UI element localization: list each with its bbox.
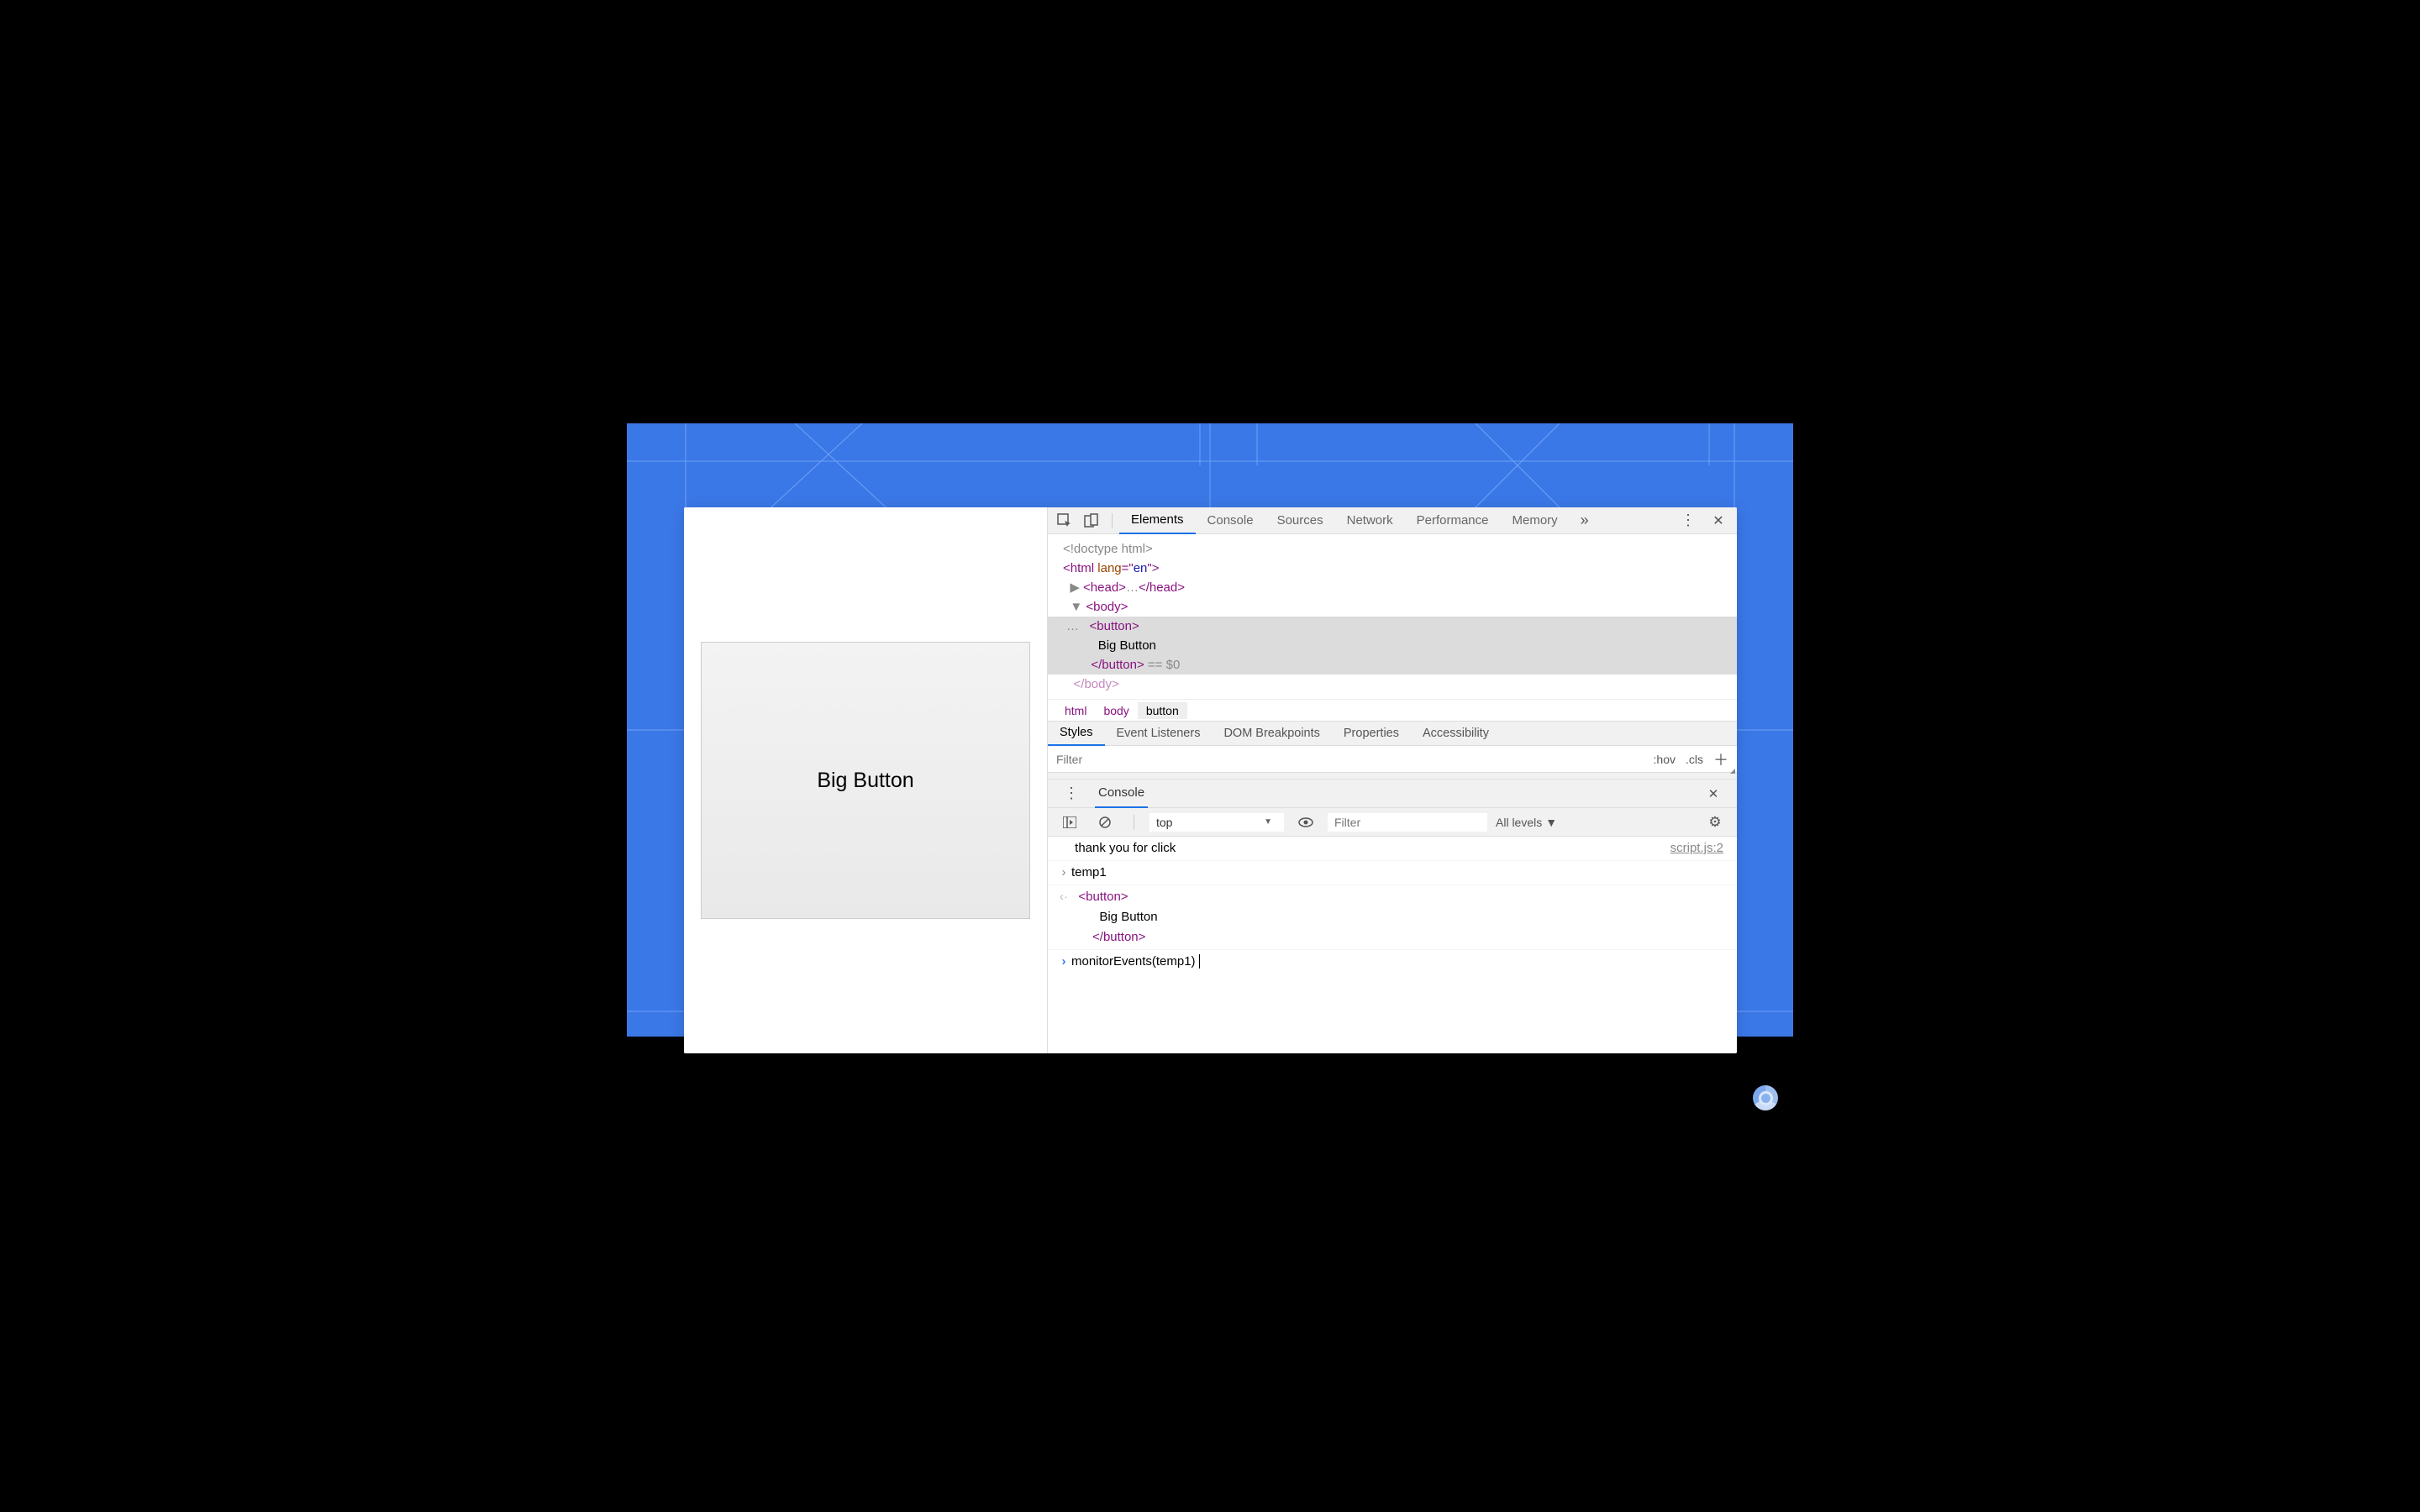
styles-filter-input[interactable] — [1056, 753, 1654, 766]
console-kebab-icon[interactable]: ⋮ — [1061, 784, 1081, 804]
console-settings-icon[interactable]: ⚙ — [1705, 812, 1725, 832]
console-prompt-row[interactable]: › monitorEvents(temp1) — [1048, 950, 1737, 974]
console-clear-icon[interactable] — [1095, 812, 1115, 832]
styles-hov-toggle[interactable]: :hov — [1654, 753, 1676, 766]
tab-console[interactable]: Console — [1196, 507, 1265, 534]
toolbar-separator — [1112, 513, 1113, 528]
dom-body-row[interactable]: ▼ <body> — [1048, 597, 1737, 617]
tab-elements[interactable]: Elements — [1119, 507, 1196, 534]
console-log-row: thank you for click script.js:2 — [1048, 837, 1737, 861]
subtab-accessibility[interactable]: Accessibility — [1411, 721, 1501, 746]
chevron-down-icon: ▼ — [1264, 817, 1272, 827]
dom-head-row[interactable]: ▶ <head>…</head> — [1048, 578, 1737, 597]
devtools-toolbar: Elements Console Sources Network Perform… — [1048, 507, 1737, 534]
console-sidebar-toggle-icon[interactable] — [1060, 812, 1080, 832]
crumb-button[interactable]: button — [1138, 702, 1187, 719]
styles-filter-row: :hov .cls ＋ — [1048, 746, 1737, 773]
crumb-html[interactable]: html — [1056, 702, 1095, 719]
devtools-panel: Elements Console Sources Network Perform… — [1048, 507, 1737, 1053]
console-body[interactable]: thank you for click script.js:2 › temp1 … — [1048, 837, 1737, 1053]
styles-cls-toggle[interactable]: .cls — [1686, 753, 1703, 766]
devtools-window: Big Button Elements Console — [684, 507, 1737, 1053]
styles-add-rule-icon[interactable]: ＋ — [1713, 748, 1728, 770]
big-button-label: Big Button — [817, 769, 913, 793]
subtab-properties[interactable]: Properties — [1332, 721, 1411, 746]
console-close-icon[interactable]: ✕ — [1703, 784, 1723, 804]
tab-sources[interactable]: Sources — [1265, 507, 1335, 534]
console-live-expression-icon[interactable] — [1296, 812, 1316, 832]
console-input-history-row: › temp1 — [1048, 861, 1737, 885]
slide-background: Big Button Elements Console — [627, 423, 1793, 1037]
tab-network[interactable]: Network — [1335, 507, 1405, 534]
console-levels-select[interactable]: All levels ▼ — [1496, 816, 1557, 829]
devtools-tabs: Elements Console Sources Network Perform… — [1119, 507, 1570, 534]
tab-performance[interactable]: Performance — [1405, 507, 1501, 534]
dom-doctype: <!doctype html> — [1063, 542, 1153, 556]
chevron-down-icon: ▼ — [1545, 816, 1557, 829]
styles-body-gap — [1048, 773, 1737, 780]
dom-selected-button[interactable]: … <button> Big Button </button> == $0 — [1048, 617, 1737, 675]
console-log-source-link[interactable]: script.js:2 — [1670, 838, 1728, 858]
console-context-select[interactable]: top▼ — [1150, 813, 1284, 832]
page-preview-pane: Big Button — [684, 507, 1048, 1053]
dom-breadcrumbs: html body button — [1048, 699, 1737, 721]
resize-corner-icon[interactable] — [1730, 769, 1735, 774]
console-controls: top▼ All levels ▼ ⚙ — [1048, 808, 1737, 837]
console-output-row: ‹· <button> Big Button </button> — [1048, 885, 1737, 950]
subtab-event-listeners[interactable]: Event Listeners — [1105, 721, 1213, 746]
close-devtools-icon[interactable]: ✕ — [1708, 511, 1728, 531]
tab-memory[interactable]: Memory — [1501, 507, 1570, 534]
sidebar-subtabs: Styles Event Listeners DOM Breakpoints P… — [1048, 721, 1737, 746]
dom-tree[interactable]: <!doctype html> <html lang="en"> ▶ <head… — [1048, 534, 1737, 699]
big-button[interactable]: Big Button — [701, 642, 1030, 919]
subtab-dom-breakpoints[interactable]: DOM Breakpoints — [1212, 721, 1331, 746]
overflow-tabs-icon[interactable]: » — [1575, 511, 1595, 531]
console-drawer-header: ⋮ Console ✕ — [1048, 780, 1737, 808]
subtab-styles[interactable]: Styles — [1048, 721, 1105, 746]
crumb-body[interactable]: body — [1095, 702, 1137, 719]
chrome-logo-icon — [1753, 1085, 1778, 1110]
console-filter-input[interactable] — [1328, 813, 1487, 832]
console-drawer-title[interactable]: Console — [1095, 780, 1148, 808]
inspect-icon[interactable] — [1055, 511, 1075, 531]
kebab-menu-icon[interactable]: ⋮ — [1678, 511, 1698, 531]
device-toggle-icon[interactable] — [1081, 511, 1102, 531]
